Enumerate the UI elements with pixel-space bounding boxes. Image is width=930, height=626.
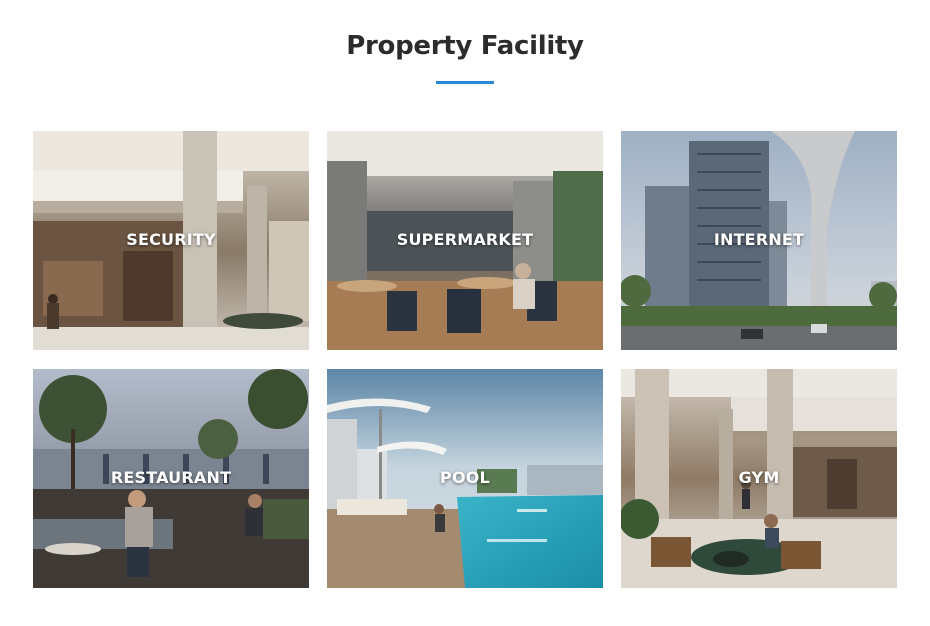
facility-label: SECURITY [126, 230, 216, 249]
facility-card-gym[interactable]: GYM [621, 369, 897, 588]
facility-card-pool[interactable]: POOL [327, 369, 603, 588]
facility-card-internet[interactable]: INTERNET [621, 131, 897, 350]
facility-label: POOL [440, 468, 490, 487]
facility-label: SUPERMARKET [396, 230, 534, 249]
facility-label: INTERNET [713, 230, 805, 249]
facility-card-supermarket[interactable]: SUPERMARKET [327, 131, 603, 350]
facility-label: GYM [738, 468, 780, 487]
section-title: Property Facility [346, 31, 584, 61]
property-facility-section: Property Facility SECURITY SUPERMARKET I… [0, 0, 930, 626]
facility-card-restaurant[interactable]: RESTAURANT [33, 369, 309, 588]
facility-card-security[interactable]: SECURITY [33, 131, 309, 350]
facility-grid: SECURITY SUPERMARKET INTERNET RESTAURANT… [33, 131, 897, 588]
title-underline [436, 81, 494, 84]
facility-label: RESTAURANT [110, 468, 232, 487]
